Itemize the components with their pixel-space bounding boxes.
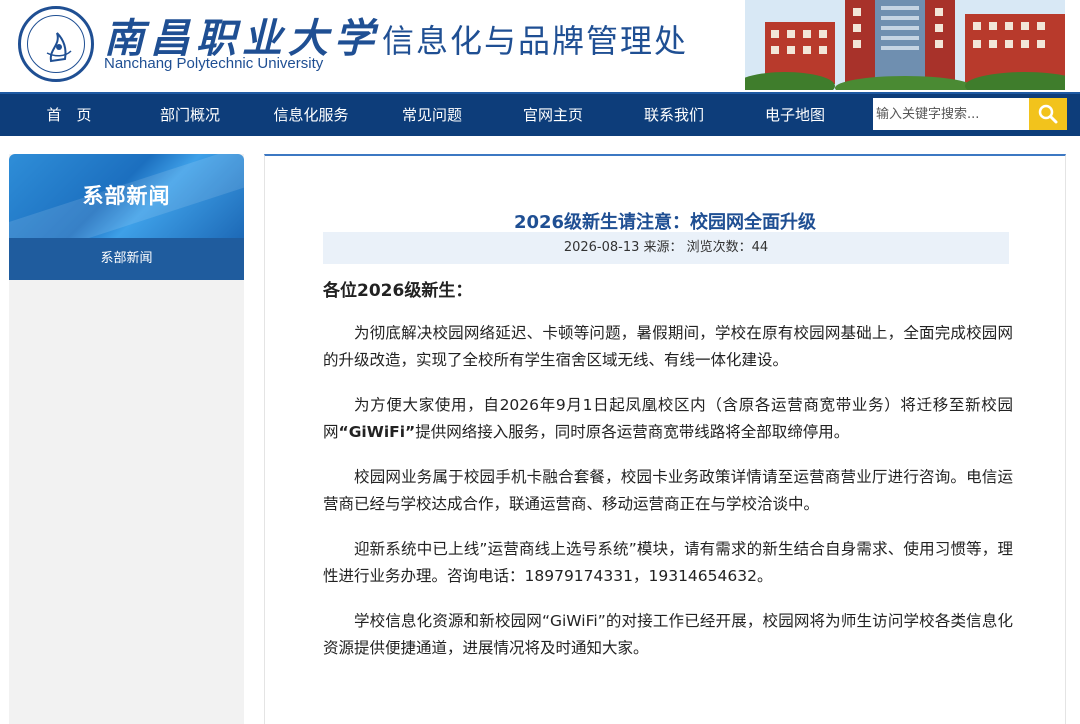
article-greeting: 各位2026级新生：	[323, 281, 473, 301]
nav-item-it-services[interactable]: 信息化服务	[256, 94, 366, 136]
main-nav: 首 页 部门概况 信息化服务 常见问题 官网主页 联系我们 电子地图	[0, 92, 1080, 136]
article-title: 2026级新生请注意：校园网全面升级	[513, 212, 817, 233]
article-paragraph-3: 校园网业务属于校园手机卡融合套餐，校园卡业务政策详情请至运营商营业厅进行咨询。电…	[323, 468, 1013, 513]
article-paragraph-4: 迎新系统中已上线”运营商线上选号系统”模块，请有需求的新生结合自身需求、使用习惯…	[323, 540, 1013, 585]
article-paragraph-5: 学校信息化资源和新校园网“GiWiFi”的对接工作已经开展，校园网将为师生访问学…	[323, 612, 1013, 657]
sidebar-header: 系部新闻	[9, 154, 244, 238]
paragraph-2-text-c: 提供网络接入服务，同时原各运营商宽带线路将全部取缔停用。	[415, 423, 850, 441]
giwifi-highlight: “GiWiFi”	[338, 423, 416, 441]
sidebar-title: 系部新闻	[82, 184, 171, 208]
search-input[interactable]	[873, 98, 1029, 130]
article-meta: 2026-08-13 来源： 浏览次数：44	[323, 232, 1009, 264]
nav-item-official-site[interactable]: 官网主页	[498, 94, 608, 136]
nav-item-department-overview[interactable]: 部门概况	[135, 94, 245, 136]
department-title: 信息化与品牌管理处	[382, 22, 689, 60]
sidebar-item-department-news[interactable]: 系部新闻	[9, 238, 244, 280]
nav-item-e-map[interactable]: 电子地图	[740, 94, 850, 136]
search-button[interactable]	[1029, 98, 1067, 130]
article-panel: 2026级新生请注意：校园网全面升级 2026-08-13 来源： 浏览次数：4…	[264, 154, 1066, 724]
logo-emblem-icon	[46, 32, 72, 63]
article-paragraph-1: 为彻底解决校园网络延迟、卡顿等问题，暑假期间，学校在原有校园网基础上，全面完成校…	[323, 324, 1013, 369]
site-header: 南昌职业大学 Nanchang Polytechnic University 信…	[0, 0, 1080, 92]
nav-item-home[interactable]: 首 页	[14, 94, 124, 136]
sidebar: 系部新闻 系部新闻	[9, 154, 244, 724]
nav-item-faq[interactable]: 常见问题	[377, 94, 487, 136]
university-name-en: Nanchang Polytechnic University	[104, 55, 324, 72]
campus-building-image	[745, 0, 1065, 90]
nav-item-contact[interactable]: 联系我们	[619, 94, 729, 136]
article-paragraph-2: 为方便大家使用，自2026年9月1日起凤凰校区内（含原各运营商宽带业务）将迁移至…	[323, 392, 1013, 446]
university-logo[interactable]	[18, 6, 94, 82]
search-icon	[1038, 104, 1058, 124]
